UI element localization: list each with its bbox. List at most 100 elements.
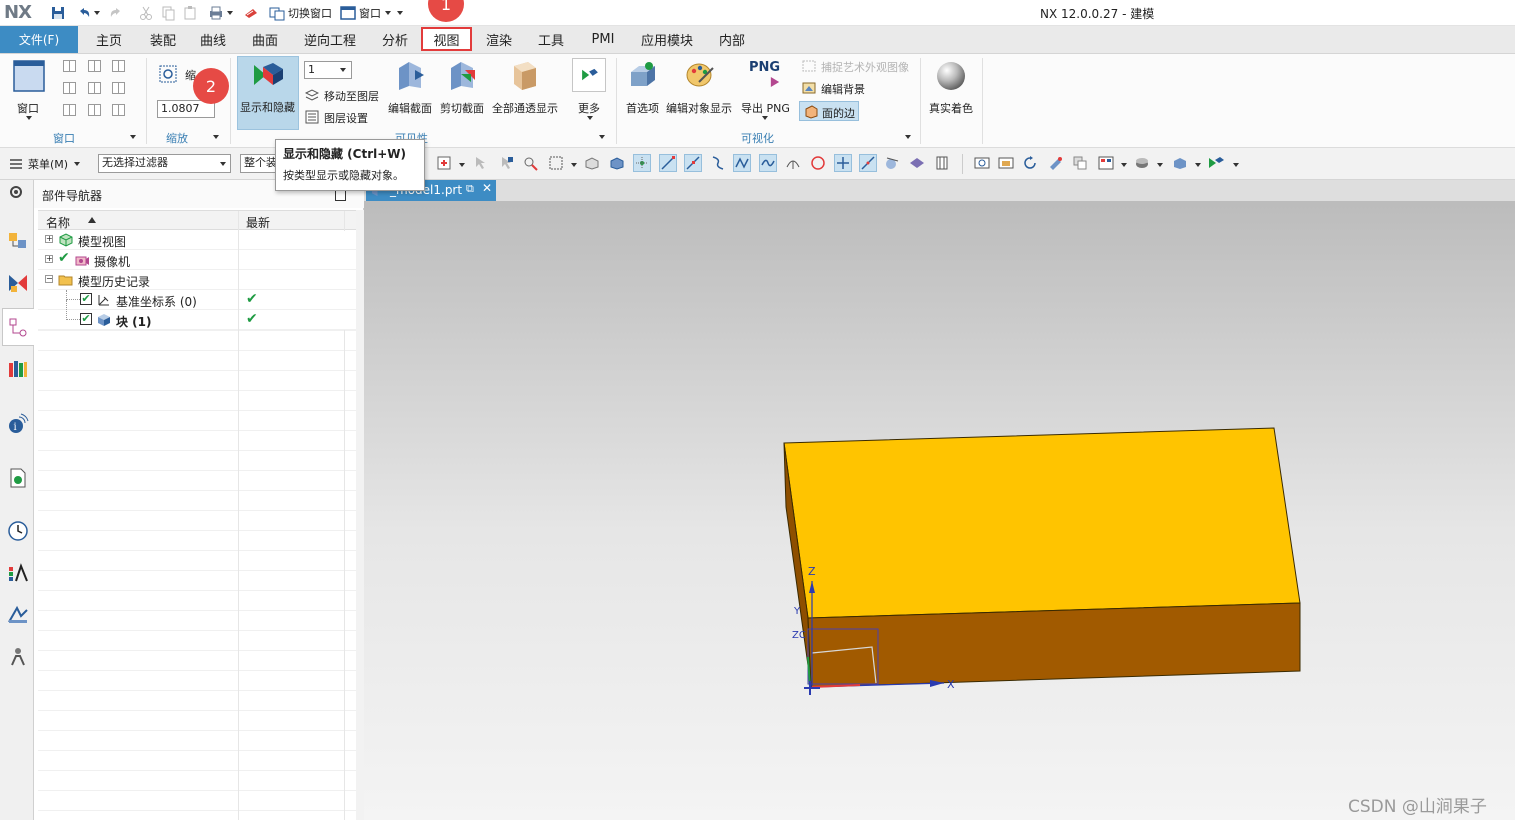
clip-section-button[interactable]: 剪切截面 — [438, 58, 486, 120]
select-feature-icon[interactable] — [472, 155, 488, 171]
layer-settings-label[interactable]: 图层设置 — [324, 110, 368, 126]
web-browser-icon[interactable] — [7, 467, 29, 489]
print-icon[interactable] — [208, 5, 224, 21]
tab-tools[interactable]: 工具 — [530, 26, 572, 53]
window-button[interactable]: 窗口 — [8, 58, 50, 120]
visualization-group-menu-icon[interactable] — [905, 135, 911, 139]
edit-background-label[interactable]: 编辑背景 — [821, 81, 865, 97]
control-point-icon[interactable] — [710, 155, 726, 171]
layout-horizontal-split-icon[interactable] — [112, 60, 125, 72]
zoom-icon[interactable] — [158, 64, 178, 84]
tab-home[interactable]: 主页 — [86, 26, 132, 53]
pan-icon[interactable] — [1048, 155, 1064, 171]
expand-icon[interactable]: + — [45, 255, 53, 263]
point-on-curve-icon[interactable] — [859, 154, 877, 172]
end-point-icon[interactable] — [659, 154, 677, 172]
undo-dropdown-icon[interactable] — [94, 11, 100, 15]
block-top-face[interactable] — [783, 427, 1301, 619]
visibility-group-menu-icon[interactable] — [599, 135, 605, 139]
column-name-header[interactable]: 名称 — [46, 214, 70, 231]
tree-row-cameras[interactable]: + ✔ 摄像机 — [38, 250, 356, 270]
curve-point-icon[interactable] — [759, 154, 777, 172]
tree-row-model-views[interactable]: + 模型视图 — [38, 230, 356, 250]
rectangle-select-icon[interactable] — [548, 155, 564, 171]
window-icon[interactable] — [340, 5, 356, 21]
tab-analysis[interactable]: 分析 — [374, 26, 416, 53]
collapse-icon[interactable]: − — [45, 275, 53, 283]
tab-internal[interactable]: 内部 — [710, 26, 754, 53]
switch-window-icon[interactable] — [269, 5, 285, 21]
history-clock-icon[interactable] — [7, 520, 29, 542]
roles-icon[interactable] — [7, 645, 29, 667]
reuse-library-icon[interactable] — [7, 358, 29, 380]
information-window-icon[interactable]: i — [7, 412, 29, 434]
visibility-checkbox[interactable]: ✔ — [80, 313, 92, 325]
show-hide-button[interactable]: 显示和隐藏 — [237, 56, 299, 130]
close-tab-icon[interactable]: ✕ — [482, 181, 492, 195]
snap-point-settings-icon[interactable] — [436, 155, 452, 171]
block-front-face[interactable] — [807, 602, 1301, 688]
window-dropdown-icon[interactable] — [385, 11, 391, 15]
edit-background-icon[interactable] — [802, 81, 816, 95]
column-latest-header[interactable]: 最新 — [246, 214, 270, 231]
face-filter-icon[interactable] — [609, 155, 625, 171]
tree-row-model-history[interactable]: − 模型历史记录 — [38, 270, 356, 290]
layout-three-bottom-icon[interactable] — [63, 104, 76, 116]
layout-view-dropdown-icon[interactable] — [1121, 163, 1127, 167]
true-shading-button[interactable]: 真实着色 — [926, 58, 976, 120]
menu-button[interactable]: 菜单(M) — [28, 156, 68, 172]
navigator-scrollbar[interactable] — [356, 210, 364, 820]
gear-icon[interactable] — [8, 184, 24, 200]
copy-icon[interactable] — [160, 5, 176, 21]
switch-window-label[interactable]: 切换窗口 — [288, 5, 332, 21]
column-divider[interactable] — [344, 211, 345, 231]
model-canvas[interactable]: Z X Y ZC — [364, 201, 1515, 820]
move-to-layer-label[interactable]: 移动至图层 — [324, 88, 379, 104]
tree-row-datum-csys[interactable]: ✔ 基准坐标系 (0) ✔ — [38, 290, 356, 310]
redo-icon[interactable] — [108, 5, 124, 21]
arc-center-icon[interactable] — [785, 155, 801, 171]
export-png-button[interactable]: PNG 导出 PNG — [738, 58, 792, 124]
save-icon[interactable] — [50, 5, 66, 21]
snap-settings-dropdown-icon[interactable] — [459, 163, 465, 167]
touch-mode-icon[interactable] — [243, 5, 259, 21]
rectangle-select-dropdown-icon[interactable] — [571, 163, 577, 167]
file-menu-tab[interactable]: 文件(F) — [0, 26, 78, 53]
capture-art-icon[interactable] — [802, 59, 816, 73]
column-divider[interactable] — [238, 211, 239, 231]
selection-filter-select[interactable]: 无选择过滤器 — [98, 154, 231, 173]
layout-three-right-icon[interactable] — [88, 82, 101, 94]
tab-reverse-engineering[interactable]: 逆向工程 — [296, 26, 364, 53]
preferences-button[interactable]: 首选项 — [622, 58, 662, 120]
selection-filter-dropdown-icon[interactable] — [220, 162, 226, 166]
background-dropdown-icon[interactable] — [1195, 163, 1201, 167]
window-menu-label[interactable]: 窗口 — [359, 5, 381, 21]
print-dropdown-icon[interactable] — [227, 11, 233, 15]
tab-pmi[interactable]: PMI — [582, 26, 624, 53]
sort-ascending-icon[interactable] — [88, 217, 96, 223]
select-body-icon[interactable] — [498, 155, 514, 171]
menu-icon[interactable] — [8, 156, 24, 172]
layout-view-icon[interactable] — [1098, 155, 1114, 171]
pop-out-icon[interactable]: ⧉ — [466, 182, 474, 196]
show-hide-toolbar-dropdown-icon[interactable] — [1233, 163, 1239, 167]
menu-dropdown-icon[interactable] — [74, 162, 80, 166]
fit-view-icon[interactable] — [974, 155, 990, 171]
sheet-body-filter-icon[interactable] — [909, 155, 925, 171]
tangent-point-icon[interactable] — [884, 155, 900, 171]
tree-row-block[interactable]: ✔ 块 (1) ✔ — [38, 300, 356, 330]
cut-icon[interactable] — [138, 5, 154, 21]
customize-quick-access-icon[interactable] — [397, 11, 403, 15]
paste-icon[interactable] — [182, 5, 198, 21]
assembly-navigator-icon[interactable] — [7, 230, 29, 252]
edit-section-button[interactable]: 编辑截面 — [386, 58, 434, 120]
quadrant-point-icon[interactable] — [810, 155, 826, 171]
tab-render[interactable]: 渲染 — [478, 26, 520, 53]
orient-view-icon[interactable] — [1072, 155, 1088, 171]
tab-surface[interactable]: 曲面 — [244, 26, 286, 53]
undo-icon[interactable] — [76, 5, 92, 21]
all-through-display-button[interactable]: 全部通透显示 — [490, 58, 560, 120]
layout-three-top-icon[interactable] — [112, 82, 125, 94]
capture-art-label[interactable]: 捕捉艺术外观图像 — [821, 59, 909, 75]
layout-three-left-icon[interactable] — [63, 82, 76, 94]
